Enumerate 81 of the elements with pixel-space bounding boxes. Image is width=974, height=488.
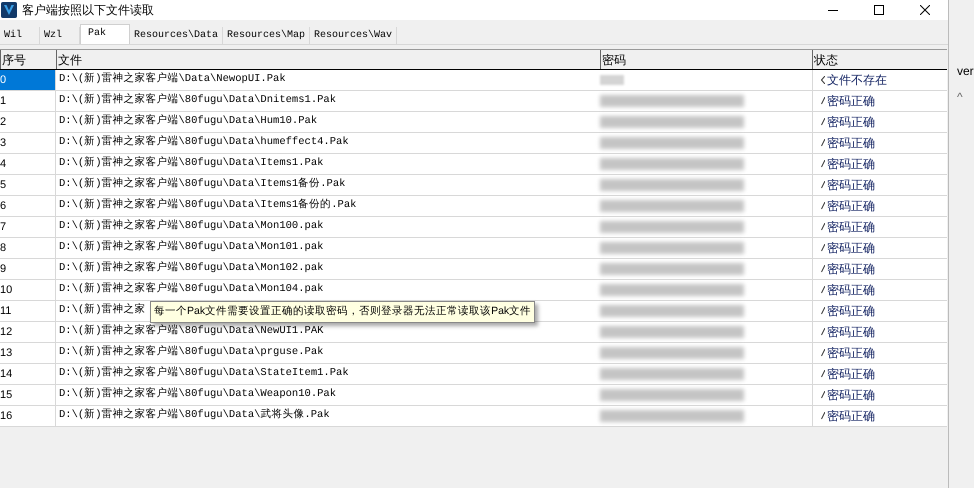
window-title: 客户端按照以下文件读取	[22, 2, 154, 19]
file-path: D:\(新)雷神之家客户端\80fugu\Data\NewUI1.PAK	[59, 324, 324, 340]
status-text: 密码正确	[827, 219, 875, 236]
index-cell: 0	[0, 70, 56, 90]
check-mark-icon	[821, 244, 825, 252]
check-mark-icon	[821, 349, 825, 357]
status-text: 密码正确	[827, 387, 875, 404]
index-cell: 1	[0, 91, 56, 111]
file-path: D:\(新)雷神之家客户端\80fugu\Data\Hum10.Pak	[59, 114, 318, 130]
background-window-text: ver	[957, 63, 974, 80]
check-mark-icon	[821, 328, 825, 336]
file-path: D:\(新)雷神之家客户端\80fugu\Data\Items1备份的.Pak	[59, 198, 356, 214]
check-mark-icon	[821, 391, 825, 399]
index-cell: 15	[0, 385, 56, 405]
status-text: 密码正确	[827, 303, 875, 320]
file-path: D:\(新)雷神之家客户端\80fugu\Data\Mon100.pak	[59, 219, 324, 234]
caret-text: ^	[957, 89, 964, 106]
status-text: 密码正确	[827, 366, 875, 383]
file-path: D:\(新)雷神之家客户端\80fugu\Data\Items1备份.Pak	[59, 177, 346, 192]
index-cell: 16	[0, 406, 56, 426]
blurred-password	[600, 75, 624, 85]
check-mark-icon	[821, 202, 825, 210]
cross-mark-icon	[821, 76, 825, 84]
check-mark-icon	[821, 307, 825, 315]
check-mark-icon	[821, 118, 825, 126]
tooltip: 每一个Pak文件需要设置正确的读取密码，否则登录器无法正常读取该Pak文件	[150, 301, 536, 323]
check-mark-icon	[821, 370, 825, 378]
status-text: 密码正确	[827, 282, 875, 299]
index-cell: 2	[0, 112, 56, 132]
index-cell: 5	[0, 175, 56, 195]
file-path: D:\(新)雷神之家客户端\80fugu\Data\Mon102.pak	[59, 261, 324, 276]
index-cell: 6	[0, 196, 56, 216]
file-path: D:\(新)雷神之家客户端\80fugu\Data\Dnitems1.Pak	[59, 93, 336, 108]
file-path: D:\(新)雷神之家客户端\80fugu\Data\Mon104.pak	[59, 282, 324, 298]
column-header[interactable]: 文件	[56, 50, 600, 69]
status-text: 密码正确	[827, 345, 875, 362]
index-cell: 7	[0, 217, 56, 237]
check-mark-icon	[821, 286, 825, 294]
index-cell: 4	[0, 154, 56, 174]
status-text: 密码正确	[827, 114, 875, 131]
app-logo-icon	[1, 2, 17, 18]
status-text: 密码正确	[827, 261, 875, 278]
check-mark-icon	[821, 181, 825, 189]
file-path: D:\(新)雷神之家客户端\80fugu\Data\humeffect4.Pak	[59, 135, 349, 150]
file-path: D:\(新)雷神之家客户端\80fugu\Data\Weapon10.Pak	[59, 387, 336, 402]
index-cell: 8	[0, 238, 56, 258]
column-header[interactable]: 密码	[600, 50, 812, 69]
status-text: 密码正确	[827, 198, 875, 215]
status-text: 密码正确	[827, 135, 875, 152]
index-cell: 12	[0, 322, 56, 342]
check-mark-icon	[821, 223, 825, 231]
index-cell: 14	[0, 364, 56, 384]
file-path: D:\(新)雷神之家	[59, 303, 146, 318]
check-mark-icon	[821, 160, 825, 168]
check-mark-icon	[821, 139, 825, 147]
file-path: D:\(新)雷神之家客户端\Data\NewopUI.Pak	[59, 72, 286, 88]
status-text: 密码正确	[827, 93, 875, 110]
check-mark-icon	[821, 97, 825, 105]
index-cell: 13	[0, 343, 56, 363]
status-text: 密码正确	[827, 324, 875, 341]
status-text: 密码正确	[827, 240, 875, 257]
status-text: 密码正确	[827, 177, 875, 194]
file-path: D:\(新)雷神之家客户端\80fugu\Data\武将头像.Pak	[59, 408, 330, 424]
index-cell: 10	[0, 280, 56, 300]
index-cell: 11	[0, 301, 56, 321]
file-path: D:\(新)雷神之家客户端\80fugu\Data\StateItem1.Pak	[59, 366, 349, 382]
column-header[interactable]: 状态	[812, 50, 946, 69]
maximize-icon	[874, 5, 884, 15]
column-header[interactable]: 序号	[0, 50, 56, 69]
file-path: D:\(新)雷神之家客户端\80fugu\Data\Items1.Pak	[59, 156, 324, 172]
index-cell: 3	[0, 133, 56, 153]
status-text: 密码正确	[827, 156, 875, 173]
close-icon	[920, 5, 930, 15]
tab[interactable]: Pak	[80, 24, 130, 44]
index-cell: 9	[0, 259, 56, 279]
file-path: D:\(新)雷神之家客户端\80fugu\Data\Mon101.pak	[59, 240, 324, 256]
status-text: 密码正确	[827, 408, 875, 425]
status-text: 文件不存在	[827, 72, 887, 89]
check-mark-icon	[821, 265, 825, 273]
check-mark-icon	[821, 412, 825, 420]
file-path: D:\(新)雷神之家客户端\80fugu\Data\prguse.Pak	[59, 345, 324, 360]
